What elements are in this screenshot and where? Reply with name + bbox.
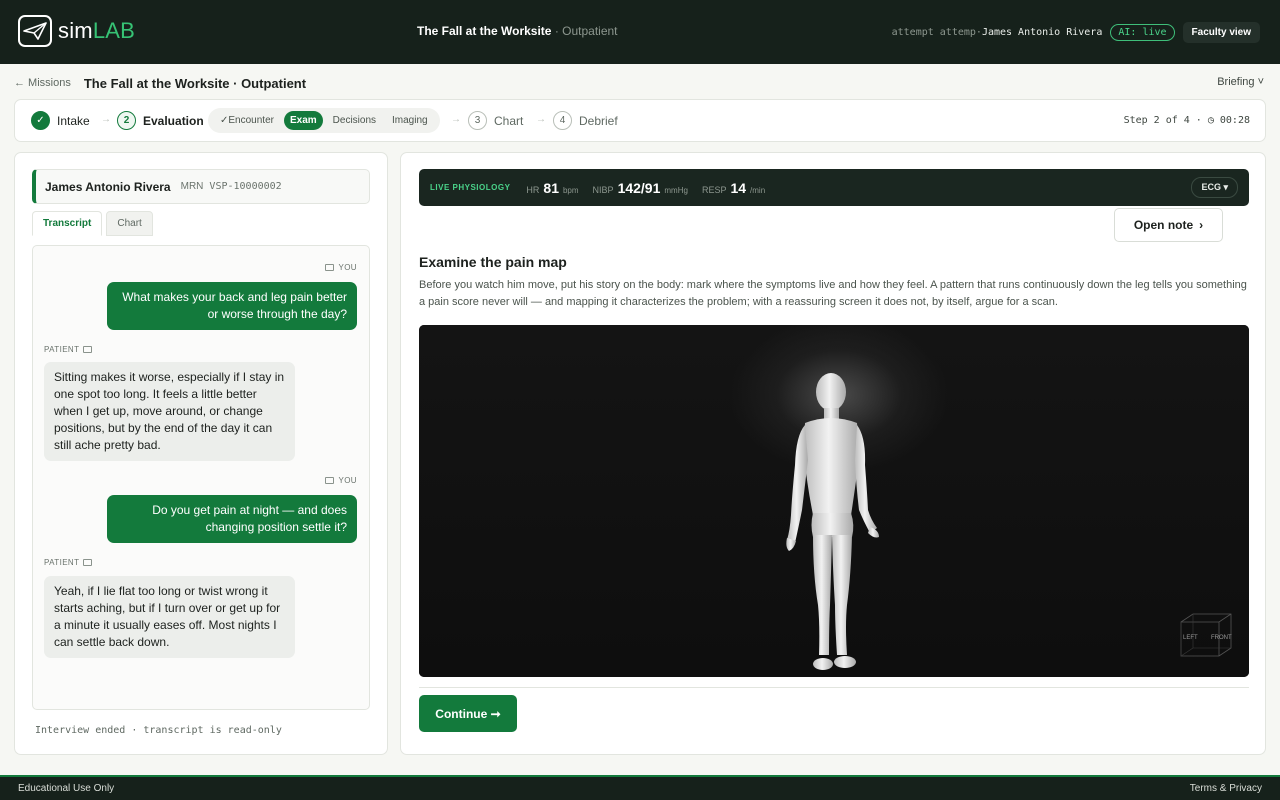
step-number: 4 [553, 111, 572, 130]
logo-text-lab: LAB [92, 18, 136, 43]
mission-name: The Fall at the Worksite [417, 24, 552, 38]
subtab-encounter[interactable]: ✓Encounter [214, 111, 280, 130]
exam-description: Before you watch him move, put his story… [419, 279, 1247, 308]
footer: Educational Use Only Terms & Privacy [0, 775, 1280, 800]
speaker-label-patient: PATIENT [44, 345, 93, 354]
message-icon [83, 346, 93, 353]
message-bubble-you: What makes your back and leg pain better… [107, 282, 357, 330]
live-physiology-label: LIVE PHYSIOLOGY [430, 183, 511, 192]
educational-use-notice: Educational Use Only [18, 783, 115, 794]
subtab-decisions[interactable]: Decisions [327, 111, 382, 130]
speaker-label-you: YOU [325, 263, 357, 272]
step-number: 2 [117, 111, 136, 130]
patient-name: James Antonio Rivera [45, 179, 171, 194]
vital-value: 81 [543, 179, 559, 196]
step-label: Evaluation [143, 113, 204, 128]
transcript-status: Interview ended · transcript is read-onl… [35, 725, 282, 736]
message-bubble-patient: Yeah, if I lie flat too long or twist wr… [44, 576, 295, 658]
divider [419, 687, 1249, 688]
vital-resp: RESP 14 /min [702, 180, 765, 196]
vital-value: 14 [730, 179, 747, 196]
open-note-button[interactable]: Open note › [1114, 208, 1223, 242]
vital-label: NIBP [592, 184, 614, 195]
body-model[interactable] [419, 325, 1249, 677]
ecg-toggle-button[interactable]: ECG ▾ [1191, 177, 1238, 198]
logo-text-sim: sim [58, 18, 93, 43]
message-icon [325, 477, 335, 484]
evaluation-subtabs: ✓Encounter Exam Decisions Imaging [208, 108, 440, 133]
message-icon [325, 264, 335, 271]
top-right-group: attempt attemp·James Antonio Rivera AI: … [892, 22, 1260, 43]
step-arrow-icon: → [451, 114, 461, 125]
exam-panel: LIVE PHYSIOLOGY HR 81 bpm NIBP 142/91 mm… [400, 152, 1266, 755]
exam-title: Examine the pain map [419, 254, 567, 270]
logo-wordmark: simLAB [58, 18, 135, 44]
step-debrief[interactable]: 4 Debrief [553, 111, 618, 130]
attempt-label: attempt attemp·James Antonio Rivera [892, 27, 1103, 38]
vital-value: 142/91 [617, 179, 661, 196]
back-to-missions-link[interactable]: ← Missions [14, 77, 71, 89]
patient-header: James Antonio Rivera MRN VSP-10000002 [32, 169, 370, 204]
breadcrumb: ← Missions The Fall at the Worksite · Ou… [14, 75, 1266, 91]
vital-unit: bpm [562, 185, 579, 195]
left-tabs: Transcript Chart [32, 211, 153, 236]
cube-front-label: FRONT [1211, 635, 1232, 641]
pain-map-3d-viewer[interactable]: LEFT FRONT [419, 325, 1249, 677]
mission-title: The Fall at the Worksite · Outpatient [417, 24, 618, 38]
mission-stepper: ✓ Intake → 2 Evaluation ✓Encounter Exam … [14, 99, 1266, 142]
simlab-logo[interactable]: simLAB [18, 15, 135, 47]
vital-nibp: NIBP 142/91 mmHg [593, 180, 688, 196]
step-number: 3 [468, 111, 487, 130]
speaker-name: PATIENT [44, 345, 80, 354]
view-cube-icon[interactable]: LEFT FRONT [1179, 612, 1233, 658]
page-title: The Fall at the Worksite · Outpatient [83, 75, 307, 91]
vitals-bar: LIVE PHYSIOLOGY HR 81 bpm NIBP 142/91 mm… [419, 169, 1249, 206]
step-label: Debrief [579, 113, 618, 128]
message-icon [83, 559, 93, 566]
tab-transcript[interactable]: Transcript [32, 211, 103, 236]
vital-unit: /min [750, 185, 766, 195]
vital-label: RESP [701, 184, 727, 195]
transcript-log[interactable]: YOU What makes your back and leg pain be… [32, 245, 370, 710]
continue-button[interactable]: Continue ➞ [419, 695, 517, 732]
speaker-name: PATIENT [44, 558, 80, 567]
terms-privacy-link[interactable]: Terms & Privacy [1190, 783, 1262, 794]
step-arrow-icon: → [536, 114, 546, 125]
patient-mrn: MRN VSP-10000002 [181, 181, 282, 192]
attempt-prefix: attempt attemp· [891, 27, 982, 38]
transcript-panel: James Antonio Rivera MRN VSP-10000002 Tr… [14, 152, 388, 755]
step-evaluation[interactable]: 2 Evaluation [117, 111, 204, 130]
cube-left-label: LEFT [1183, 635, 1198, 641]
speaker-name: YOU [338, 263, 357, 272]
vital-label: HR [526, 184, 540, 195]
top-bar: simLAB The Fall at the Worksite · Outpat… [0, 0, 1280, 64]
step-label: Intake [57, 113, 90, 128]
tab-chart[interactable]: Chart [106, 211, 153, 236]
mrn-value: VSP-10000002 [209, 181, 282, 192]
step-arrow-icon: → [101, 114, 111, 125]
speaker-label-you: YOU [325, 476, 357, 485]
mission-setting: · Outpatient [551, 24, 618, 38]
attempt-user-name: James Antonio Rivera [981, 27, 1103, 38]
chevron-right-icon: › [1199, 218, 1204, 232]
step-label: Chart [494, 113, 524, 128]
vital-hr: HR 81 bpm [526, 180, 578, 196]
message-bubble-you: Do you get pain at night — and does chan… [107, 495, 357, 543]
logo-mark-icon [18, 15, 52, 47]
briefing-dropdown[interactable]: Briefing ˅ [1217, 76, 1264, 88]
step-progress-timer: Step 2 of 4 · ◷ 00:28 [1123, 115, 1250, 126]
faculty-view-button[interactable]: Faculty view [1182, 22, 1260, 43]
speaker-name: YOU [338, 476, 357, 485]
vital-unit: mmHg [664, 185, 688, 195]
message-bubble-patient: Sitting makes it worse, especially if I … [44, 362, 295, 461]
ai-status-badge: AI: live [1110, 24, 1175, 41]
step-check-icon: ✓ [31, 111, 50, 130]
subtab-imaging[interactable]: Imaging [386, 111, 434, 130]
open-note-label: Open note [1133, 218, 1194, 232]
speaker-label-patient: PATIENT [44, 558, 93, 567]
mrn-label: MRN [180, 181, 204, 192]
step-intake[interactable]: ✓ Intake [31, 111, 90, 130]
step-chart[interactable]: 3 Chart [468, 111, 523, 130]
subtab-exam[interactable]: Exam [283, 111, 323, 130]
